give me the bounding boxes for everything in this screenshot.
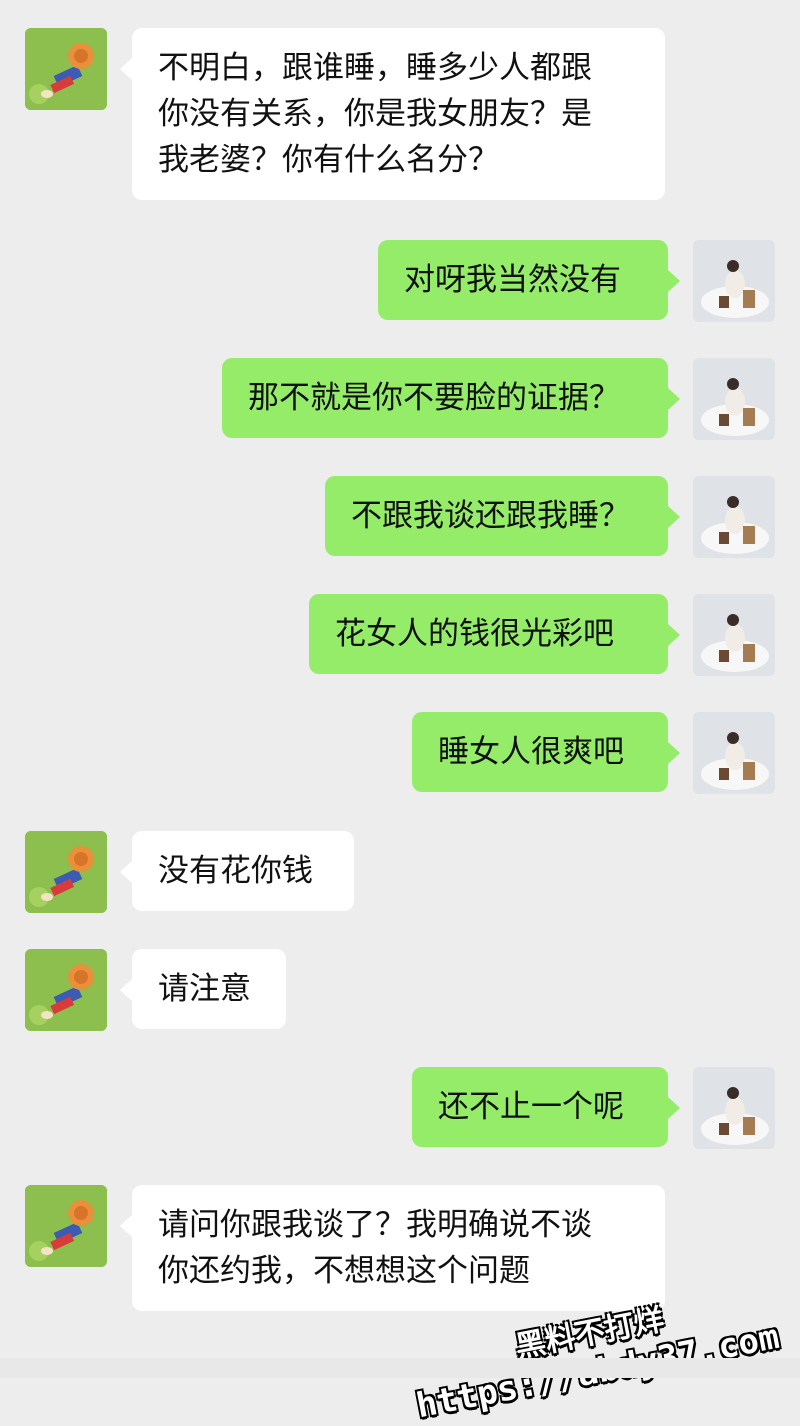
user-avatar-icon[interactable] <box>693 594 775 676</box>
chat-area: 不明白，跟谁睡，睡多少人都跟 你没有关系，你是我女朋友？是 我老婆？你有什么名分… <box>0 0 800 1378</box>
contact-avatar-icon[interactable] <box>25 1185 107 1267</box>
sent-message-bubble[interactable]: 对呀我当然没有 <box>378 240 680 320</box>
received-message-bubble[interactable]: 请注意 <box>120 949 286 1029</box>
contact-avatar-icon[interactable] <box>25 28 107 110</box>
received-message-bubble[interactable]: 没有花你钱 <box>120 831 354 911</box>
input-bar-edge <box>0 1358 800 1378</box>
user-avatar-icon[interactable] <box>693 476 775 558</box>
sent-message-bubble[interactable]: 那不就是你不要脸的证据？ <box>222 358 680 438</box>
user-avatar-icon[interactable] <box>693 358 775 440</box>
received-message-bubble[interactable]: 不明白，跟谁睡，睡多少人都跟 你没有关系，你是我女朋友？是 我老婆？你有什么名分… <box>120 28 665 200</box>
contact-avatar-icon[interactable] <box>25 831 107 913</box>
sent-message-bubble[interactable]: 睡女人很爽吧 <box>412 712 680 792</box>
user-avatar-icon[interactable] <box>693 1067 775 1149</box>
received-message-bubble[interactable]: 请问你跟我谈了？我明确说不谈 你还约我，不想想这个问题 <box>120 1185 665 1311</box>
user-avatar-icon[interactable] <box>693 240 775 322</box>
contact-avatar-icon[interactable] <box>25 949 107 1031</box>
user-avatar-icon[interactable] <box>693 712 775 794</box>
sent-message-bubble[interactable]: 不跟我谈还跟我睡？ <box>325 476 680 556</box>
sent-message-bubble[interactable]: 还不止一个呢 <box>412 1067 680 1147</box>
sent-message-bubble[interactable]: 花女人的钱很光彩吧 <box>309 594 680 674</box>
